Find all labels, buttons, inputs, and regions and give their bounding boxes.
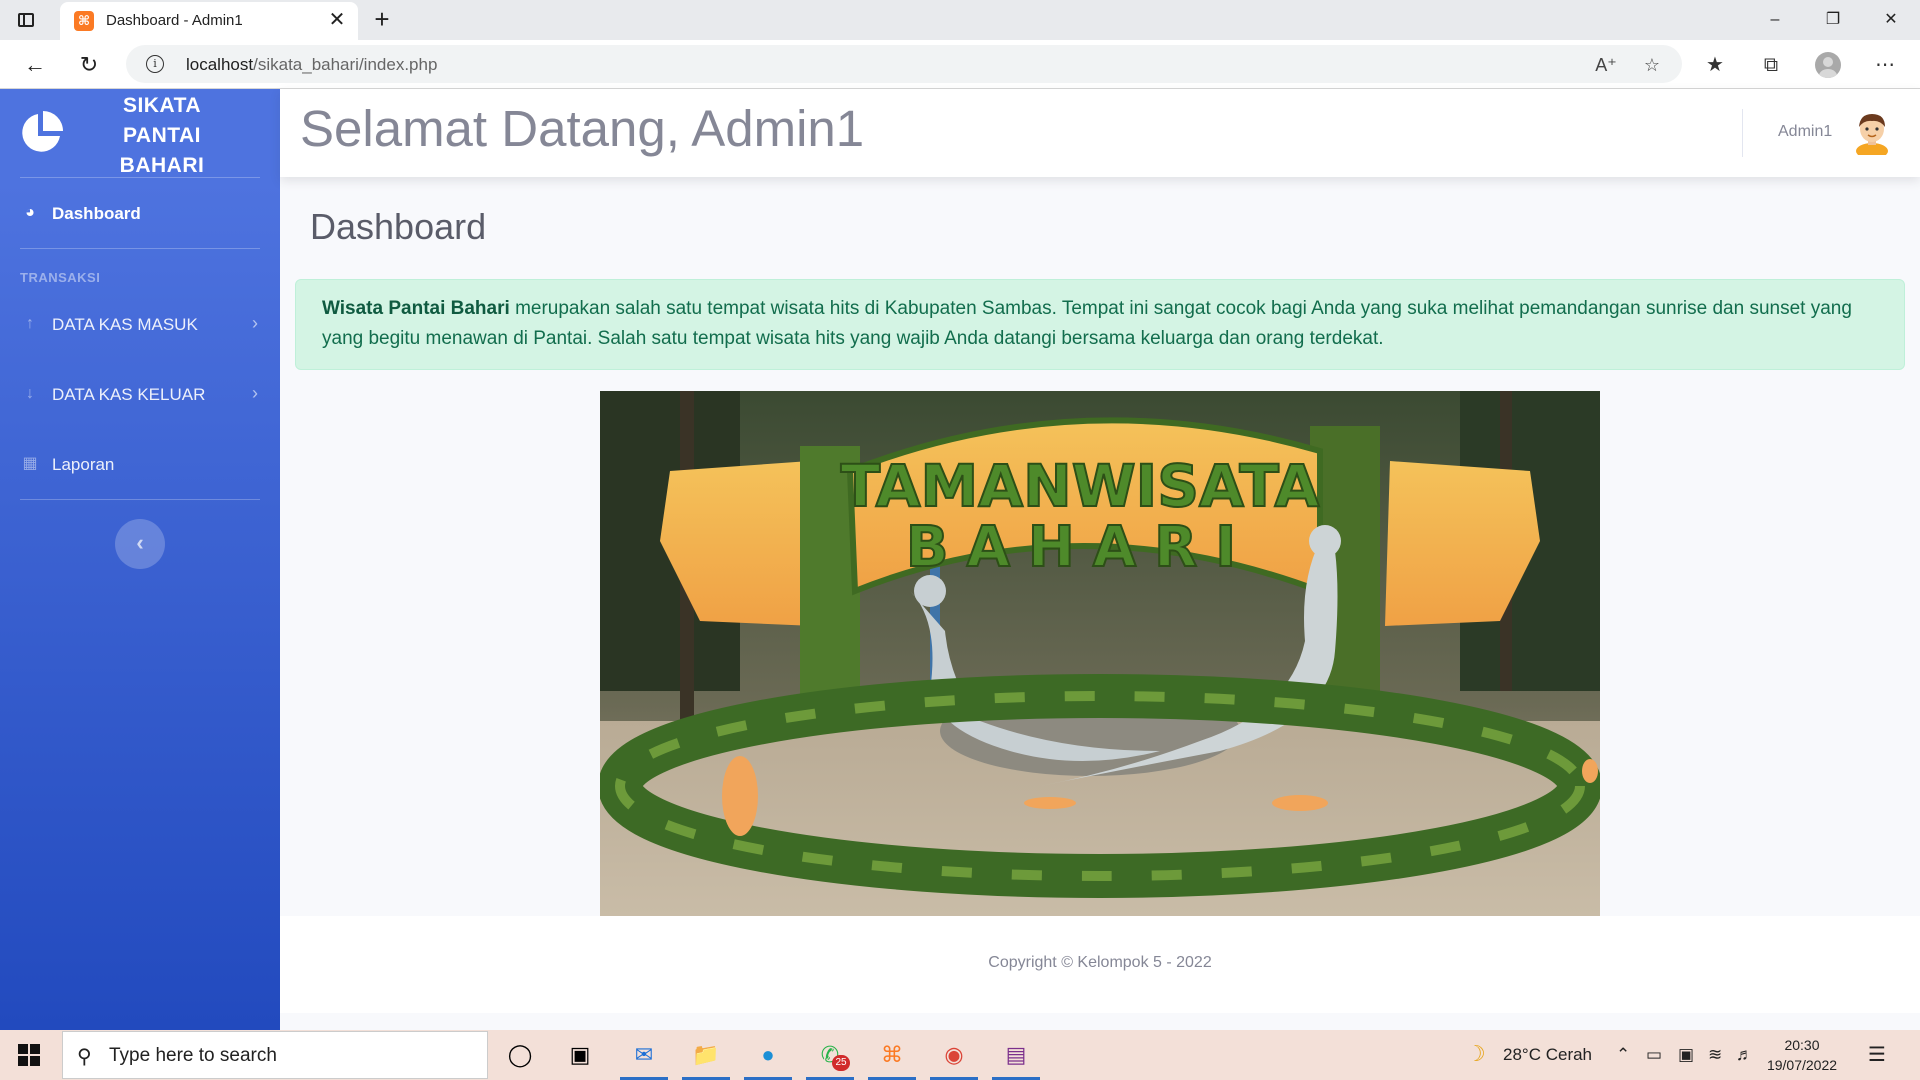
xampp-favicon-icon: ⌘	[74, 11, 94, 31]
weather-text[interactable]: 28°C Cerah	[1503, 1045, 1592, 1065]
sidebar-heading: TRANSAKSI	[20, 270, 101, 285]
sidebar-item-dashboard[interactable]: ◕ Dashboard	[0, 193, 280, 233]
volume-icon[interactable]: ♬	[1736, 1045, 1753, 1065]
weather-moon-icon[interactable]: ☽	[1466, 1041, 1486, 1067]
topbar-divider	[1742, 109, 1743, 157]
page-title: Dashboard	[310, 206, 487, 247]
wifi-icon[interactable]: ≋	[1708, 1045, 1722, 1065]
meet-now-icon[interactable]: ▣	[1678, 1045, 1694, 1065]
collections-icon[interactable]: ⧉	[1758, 52, 1784, 78]
sidebar-item-label: Laporan	[52, 455, 115, 474]
copyright-text: Copyright © Kelompok 5 - 2022	[988, 954, 1212, 971]
chevron-right-icon: ›	[252, 313, 258, 333]
url-host: localhost	[186, 55, 254, 74]
tab-close-icon[interactable]: ✕	[326, 9, 348, 31]
chrome-icon[interactable]: ◉	[930, 1035, 978, 1080]
sidebar: SIKATA PANTAI BAHARI ◕ Dashboard TRANSAK…	[0, 89, 280, 1030]
footer: Copyright © Kelompok 5 - 2022	[280, 916, 1920, 1013]
browser-toolbar: ← ↻ i localhost/sikata_bahari/index.php …	[0, 40, 1920, 89]
search-placeholder: Type here to search	[109, 1045, 277, 1066]
minimize-icon[interactable]: –	[1752, 4, 1798, 36]
brand-line-2: PANTAI	[122, 124, 202, 147]
notifications-icon[interactable]: ☰	[1868, 1042, 1886, 1067]
browser-tab[interactable]: ⌘ Dashboard - Admin1 ✕	[60, 2, 358, 40]
chevron-right-icon: ›	[252, 383, 258, 403]
edge-browser-icon[interactable]: ●	[744, 1035, 792, 1080]
tab-title: Dashboard - Admin1	[106, 12, 243, 29]
winrar-icon[interactable]: ▤	[992, 1035, 1040, 1080]
sidebar-item-label: DATA KAS KELUAR	[52, 385, 206, 404]
topbar: Selamat Datang, Admin1 Admin1	[280, 89, 1920, 177]
table-icon: ▦	[22, 455, 38, 472]
sidebar-toggle-button[interactable]: ‹	[115, 519, 165, 569]
add-favorite-icon[interactable]: ☆	[1640, 53, 1664, 77]
taman-wisata-bahari-photo: TAMANWISATA BAHARI	[600, 391, 1600, 916]
battery-icon[interactable]: ▭	[1646, 1045, 1662, 1065]
taskbar-clock[interactable]: 20:30 19/07/2022	[1752, 1035, 1852, 1075]
taskbar-search-input[interactable]: ⚲ Type here to search	[62, 1031, 488, 1079]
favorites-icon[interactable]: ★	[1702, 52, 1728, 78]
profile-avatar-icon[interactable]	[1815, 52, 1841, 78]
site-info-icon[interactable]: i	[146, 55, 164, 73]
notification-badge: 25	[832, 1055, 850, 1071]
sidebar-item-data-kas-keluar[interactable]: ↓ DATA KAS KELUAR ›	[0, 374, 280, 414]
task-view-icon[interactable]: ▣	[560, 1035, 600, 1075]
sidebar-brand[interactable]: SIKATA PANTAI BAHARI	[0, 89, 280, 177]
whatsapp-icon[interactable]: ✆ 25	[806, 1035, 854, 1080]
reload-icon[interactable]: ↻	[74, 50, 104, 80]
sidebar-divider	[20, 248, 260, 249]
address-bar[interactable]: i localhost/sikata_bahari/index.php A⁺ ☆	[126, 45, 1682, 83]
tab-actions-icon[interactable]	[14, 8, 38, 32]
brand-line-1: SIKATA	[122, 94, 202, 117]
user-name[interactable]: Admin1	[1778, 123, 1832, 141]
new-tab-icon[interactable]: +	[368, 6, 396, 34]
window-close-icon[interactable]: ✕	[1868, 4, 1914, 36]
read-aloud-icon[interactable]: A⁺	[1594, 53, 1618, 77]
tachometer-icon: ◕	[25, 204, 35, 221]
alert-text: merupakan salah satu tempat wisata hits …	[322, 298, 1852, 349]
url-text[interactable]: localhost/sikata_bahari/index.php	[186, 55, 437, 75]
info-alert: Wisata Pantai Bahari merupakan salah sat…	[295, 279, 1905, 370]
sidebar-divider	[20, 499, 260, 500]
sign-line-2: BAHARI	[906, 515, 1254, 580]
user-avatar-icon[interactable]	[1852, 111, 1892, 155]
alert-bold-text: Wisata Pantai Bahari	[322, 298, 510, 319]
windows-start-icon[interactable]	[18, 1044, 40, 1066]
sidebar-item-label: Dashboard	[52, 204, 141, 223]
search-icon: ⚲	[77, 1046, 92, 1068]
sidebar-item-data-kas-masuk[interactable]: ↑ DATA KAS MASUK ›	[0, 304, 280, 344]
welcome-heading: Selamat Datang, Admin1	[300, 100, 865, 157]
clock-date: 19/07/2022	[1766, 1057, 1838, 1073]
clock-time: 20:30	[1784, 1037, 1820, 1053]
url-path: /sikata_bahari/index.php	[253, 55, 438, 74]
more-options-icon[interactable]: ⋯	[1872, 52, 1898, 78]
file-explorer-icon[interactable]: 📁	[682, 1035, 730, 1080]
xampp-icon[interactable]: ⌘	[868, 1035, 916, 1080]
mail-app-icon[interactable]: ✉	[620, 1035, 668, 1080]
browser-tab-bar: ⌘ Dashboard - Admin1 ✕ + – ❐ ✕	[0, 0, 1920, 40]
brand-name: SIKATA PANTAI BAHARI	[88, 91, 236, 181]
sidebar-divider	[20, 177, 260, 178]
back-arrow-icon[interactable]: ←	[20, 50, 50, 80]
cortana-icon[interactable]: ◯	[500, 1035, 540, 1075]
arrow-down-icon: ↓	[26, 385, 34, 402]
chevron-up-icon[interactable]: ⌃	[1616, 1045, 1630, 1065]
hero-image: TAMANWISATA BAHARI	[600, 391, 1600, 916]
sign-line-1: TAMANWISATA	[841, 452, 1320, 520]
arrow-up-icon: ↑	[26, 315, 34, 332]
windows-taskbar: ⚲ Type here to search ◯ ▣ ✉ 📁 ● ✆ 25 ⌘ ◉ …	[0, 1030, 1920, 1080]
restore-icon[interactable]: ❐	[1810, 4, 1856, 36]
sidebar-item-label: DATA KAS MASUK	[52, 315, 198, 334]
sidebar-item-laporan[interactable]: ▦ Laporan	[0, 444, 280, 484]
pie-chart-logo-icon	[22, 111, 63, 152]
